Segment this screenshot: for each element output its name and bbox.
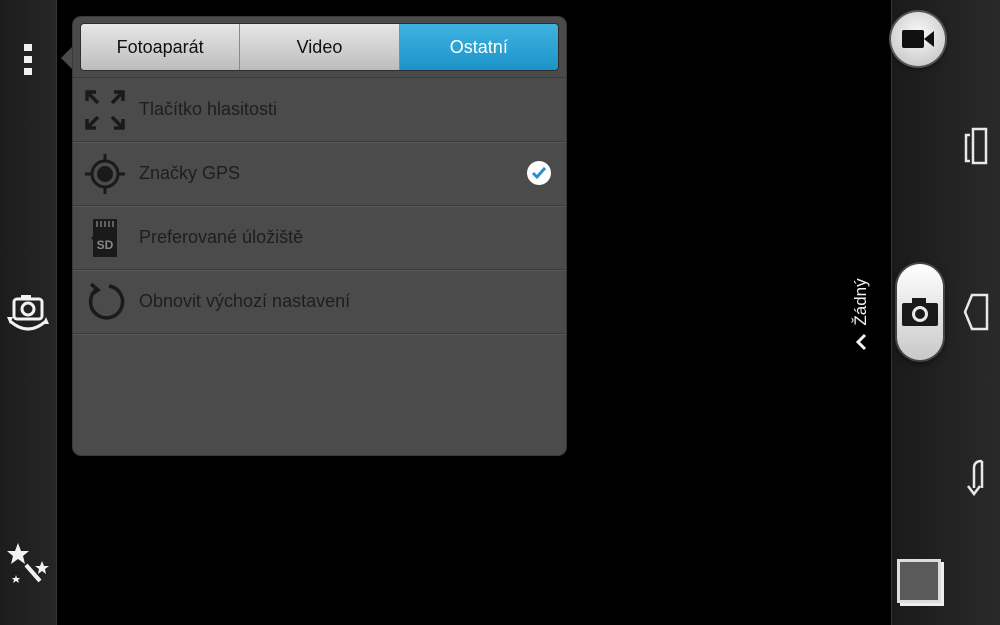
- overflow-menu-icon: [24, 44, 32, 75]
- sd-card-icon: SD: [81, 214, 129, 262]
- switch-camera-button[interactable]: [0, 290, 56, 340]
- reset-icon: [81, 278, 129, 326]
- menu-button[interactable]: [0, 40, 56, 80]
- timer-label: Žádný: [851, 278, 870, 326]
- setting-volume-key[interactable]: Tlačítko hlasitosti: [73, 78, 566, 142]
- video-camera-icon: [902, 30, 934, 48]
- checkmark-icon: [531, 167, 547, 180]
- last-photo-thumbnail: [897, 559, 941, 603]
- settings-tabs: Fotoaparát Video Ostatní: [81, 24, 558, 70]
- gallery-thumbnail[interactable]: [894, 556, 944, 606]
- chevron-left-icon: [855, 333, 867, 351]
- gps-target-icon: [81, 150, 129, 198]
- magic-wand-icon: [7, 543, 49, 583]
- left-control-bar: [0, 0, 57, 625]
- back-icon: [967, 459, 984, 497]
- home-icon: [963, 293, 989, 331]
- camera-icon: [902, 298, 938, 326]
- camera-screen: Žádný Fotoaparát Video Ostatní Tlačítko …: [0, 0, 1000, 625]
- popup-pointer: [61, 46, 73, 70]
- setting-label: Obnovit výchozí nastavení: [139, 291, 351, 311]
- recent-apps-icon: [964, 127, 988, 165]
- effects-button[interactable]: [0, 540, 56, 590]
- recent-apps-button[interactable]: [958, 124, 994, 168]
- sd-card-text: SD: [97, 238, 114, 252]
- tab-video[interactable]: Video: [240, 24, 400, 70]
- switch-camera-icon: [7, 295, 49, 331]
- back-button[interactable]: [958, 456, 994, 500]
- gps-checkbox[interactable]: [527, 161, 551, 185]
- setting-storage[interactable]: SD Preferované úložiště: [73, 206, 566, 270]
- settings-popup: Fotoaparát Video Ostatní Tlačítko hlasit…: [73, 17, 566, 455]
- shutter-button[interactable]: [897, 264, 943, 360]
- timer-selector[interactable]: Žádný: [846, 270, 876, 360]
- setting-reset[interactable]: Obnovit výchozí nastavení: [73, 270, 566, 334]
- expand-arrows-icon: [81, 86, 129, 134]
- setting-label: Preferované úložiště: [139, 227, 304, 247]
- setting-gps-tags[interactable]: Značky GPS: [73, 142, 566, 206]
- setting-label: Značky GPS: [139, 163, 241, 183]
- home-button[interactable]: [958, 290, 994, 334]
- record-video-button[interactable]: [891, 12, 945, 66]
- tab-other[interactable]: Ostatní: [399, 24, 558, 70]
- setting-label: Tlačítko hlasitosti: [139, 99, 278, 119]
- tab-camera[interactable]: Fotoaparát: [81, 24, 241, 70]
